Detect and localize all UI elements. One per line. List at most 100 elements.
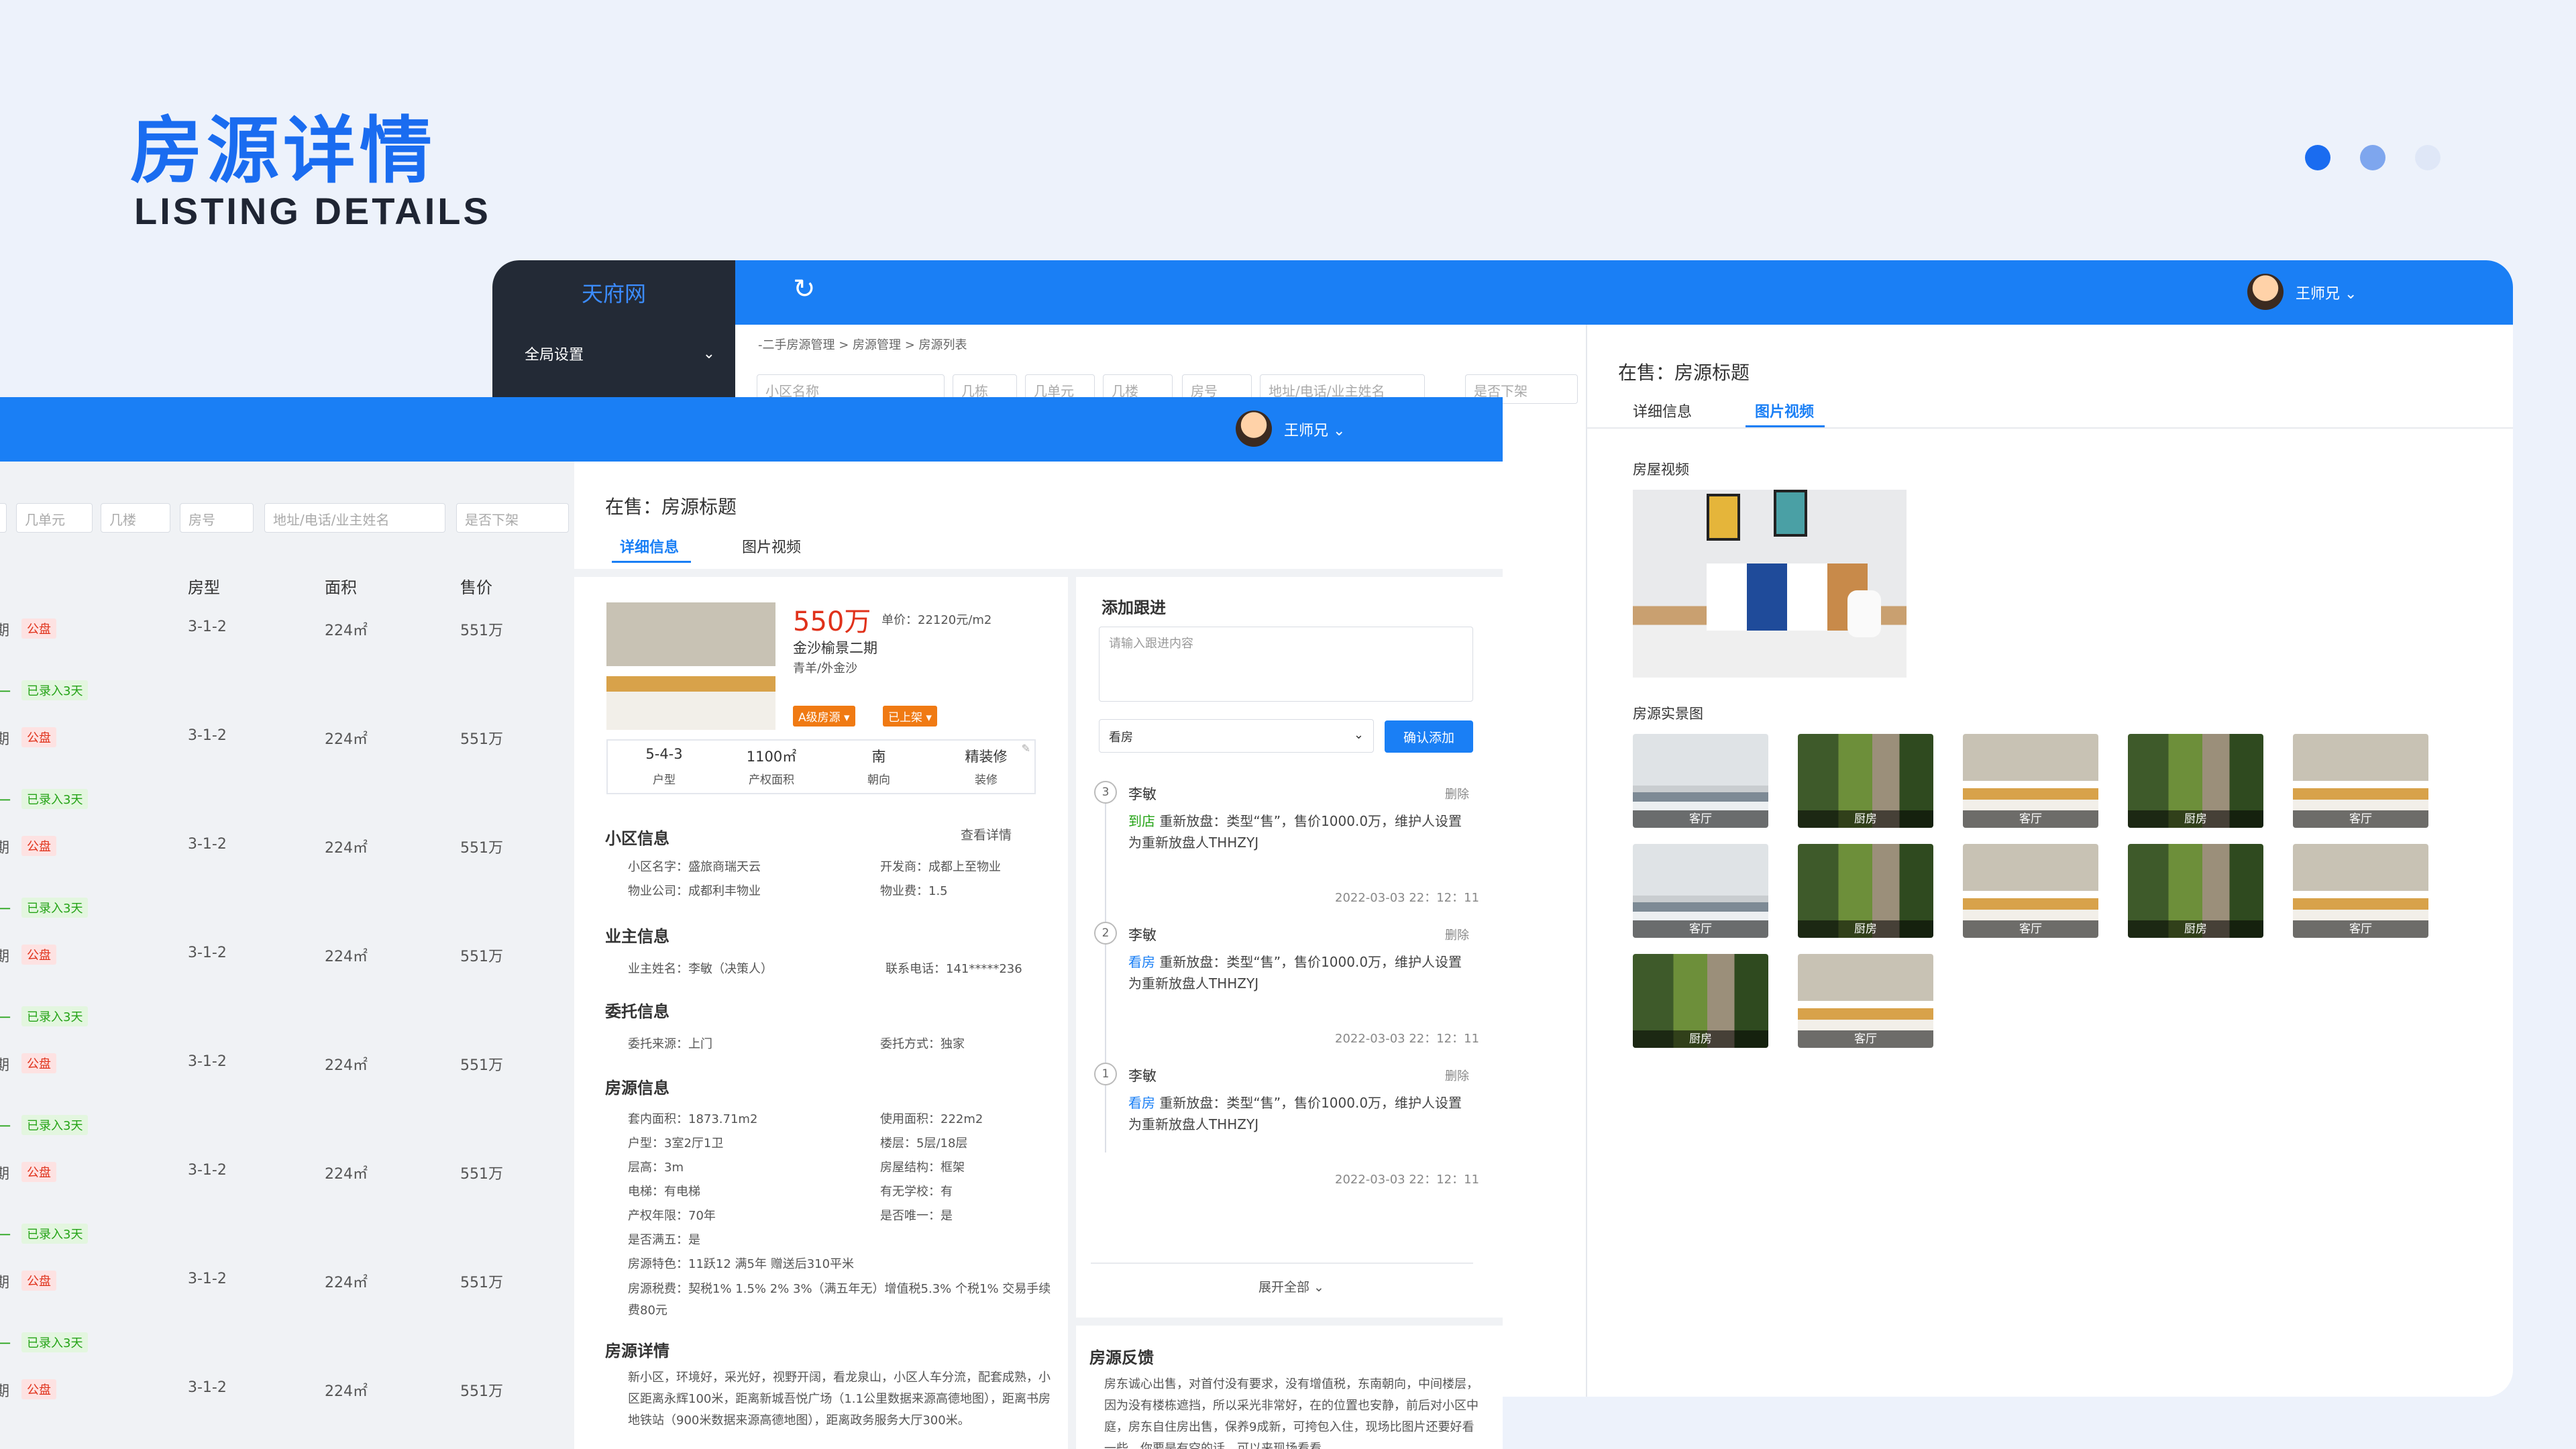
filter-floor[interactable]: 几楼 <box>101 503 170 533</box>
follow-kind: 看房 <box>1128 954 1155 970</box>
status-badge: 已录入3天 <box>21 1006 89 1026</box>
follow-text: 到店 重新放盘：类型“售”，售价1000.0万，维护人设置为重新放盘人THHZY… <box>1128 810 1473 853</box>
status-badge: 已录入3天 <box>21 898 89 918</box>
photo-thumb[interactable]: 厨房 <box>2128 844 2263 938</box>
info-field: 是否唯一：是 <box>880 1209 953 1223</box>
status-prefix: 一 <box>0 902 11 918</box>
filter-room[interactable]: 房号 <box>180 503 254 533</box>
filter-status[interactable]: 是否下架 <box>456 503 569 533</box>
avatar[interactable] <box>1236 411 1272 447</box>
status-badge: 公盘 <box>21 1053 56 1073</box>
photo-caption: 厨房 <box>2128 920 2263 938</box>
follow-content: 重新放盘：类型“售”，售价1000.0万，维护人设置为重新放盘人THHZYJ <box>1128 1095 1462 1132</box>
follow-time: 2022-03-03 22：12：11 <box>1335 891 1480 905</box>
stat-label: 装修 <box>975 773 998 787</box>
section-detail: 房源详情 <box>605 1342 669 1360</box>
refresh-icon[interactable]: ↻ <box>793 274 816 305</box>
badge-grade-label: A级房源 <box>798 711 841 724</box>
user-name[interactable]: 王师兄 ⌄ <box>2296 282 2357 303</box>
follow-input[interactable]: 请输入跟进内容 <box>1099 627 1473 702</box>
photo-thumb[interactable]: 客厅 <box>2293 844 2428 938</box>
follow-time: 2022-03-03 22：12：11 <box>1335 1173 1480 1187</box>
table-cell-area: 224㎡ <box>325 1057 368 1074</box>
pager-dot-1[interactable] <box>2305 145 2330 170</box>
table-cell-price: 551万 <box>460 1383 503 1400</box>
info-field: 房屋结构：框架 <box>880 1161 965 1175</box>
app-logo[interactable]: 天府网 <box>492 260 735 325</box>
follow-input-placeholder: 请输入跟进内容 <box>1109 637 1193 651</box>
photo-caption: 厨房 <box>1798 810 1933 828</box>
view-details-link[interactable]: 查看详情 <box>961 825 1012 843</box>
table-cell-area: 224㎡ <box>325 623 368 639</box>
follow-kind: 看房 <box>1128 1095 1155 1111</box>
tab-details[interactable]: 详细信息 <box>620 535 679 557</box>
shelf-decor <box>1707 564 1868 631</box>
photo-thumb[interactable]: 厨房 <box>1798 844 1933 938</box>
pager-dot-3[interactable] <box>2415 145 2440 170</box>
photo-thumb[interactable]: 客厅 <box>1633 734 1768 828</box>
filter-partial[interactable] <box>0 503 7 533</box>
breadcrumb: -二手房源管理 > 房源管理 > 房源列表 <box>758 338 967 352</box>
timeline-number: 2 <box>1094 922 1117 945</box>
photo-thumb[interactable]: 客厅 <box>1633 844 1768 938</box>
status-badge: 公盘 <box>21 836 56 856</box>
info-field: 电梯：有电梯 <box>628 1185 700 1199</box>
tab-media[interactable]: 图片视频 <box>742 535 801 557</box>
info-field: 小区名字：盛旅商瑞天云 <box>628 860 761 874</box>
info-feature: 房源特色：11跃12 满5年 赠送后310平米 <box>628 1257 855 1271</box>
info-field: 使用面积：222m2 <box>880 1112 983 1126</box>
table-cell-area: 224㎡ <box>325 731 368 748</box>
panel-title: 在售：房源标题 <box>605 496 737 518</box>
photo-caption: 厨房 <box>2128 810 2263 828</box>
table-cell-type: 3-1-2 <box>188 945 227 961</box>
row-prefix: 期 <box>0 840 10 857</box>
photo-caption: 客厅 <box>2293 920 2428 938</box>
listing-price: 550万 <box>793 606 871 637</box>
table-cell-price: 551万 <box>460 623 503 639</box>
photo-thumb[interactable]: 客厅 <box>1963 734 2098 828</box>
photo-thumb[interactable]: 厨房 <box>2128 734 2263 828</box>
column-header-type: 房型 <box>188 578 220 597</box>
video-thumbnail[interactable] <box>1633 490 1907 678</box>
table-cell-type: 3-1-2 <box>188 619 227 635</box>
photo-caption: 客厅 <box>1633 920 1768 938</box>
delete-link[interactable]: 删除 <box>1445 926 1469 943</box>
table-cell-price: 551万 <box>460 1275 503 1291</box>
table-cell-price: 551万 <box>460 731 503 748</box>
info-field: 物业公司：成都利丰物业 <box>628 884 761 898</box>
info-field: 楼层：5层/18层 <box>880 1136 968 1150</box>
confirm-add-button[interactable]: 确认添加 <box>1385 720 1473 753</box>
section-community: 小区信息 <box>605 829 669 848</box>
photo-thumb[interactable]: 客厅 <box>1798 954 1933 1048</box>
photo-thumb[interactable]: 客厅 <box>2293 734 2428 828</box>
tab-media[interactable]: 图片视频 <box>1755 400 1814 421</box>
photo-caption: 厨房 <box>1633 1030 1768 1048</box>
follow-type-select[interactable]: 看房 ⌄ <box>1099 719 1374 753</box>
listing-photo[interactable] <box>606 602 775 730</box>
avatar[interactable] <box>2247 274 2284 310</box>
table-cell-area: 224㎡ <box>325 1275 368 1291</box>
info-field: 有无学校：有 <box>880 1185 953 1199</box>
expand-all-link[interactable]: 展开全部 ⌄ <box>1258 1277 1324 1295</box>
status-badge: 公盘 <box>21 619 56 639</box>
photo-thumb[interactable]: 厨房 <box>1798 734 1933 828</box>
row-prefix: 期 <box>0 623 10 639</box>
stat-value: 5-4-3 <box>645 746 683 762</box>
photo-thumb[interactable]: 厨房 <box>1633 954 1768 1048</box>
photo-caption: 客厅 <box>1798 1030 1933 1048</box>
status-prefix: 一 <box>0 1119 11 1136</box>
delete-link[interactable]: 删除 <box>1445 1067 1469 1084</box>
filter-unit[interactable]: 几单元 <box>16 503 93 533</box>
user-name[interactable]: 王师兄 ⌄ <box>1284 419 1345 440</box>
pager-dot-2[interactable] <box>2360 145 2385 170</box>
follow-text: 看房 重新放盘：类型“售”，售价1000.0万，维护人设置为重新放盘人THHZY… <box>1128 1092 1473 1135</box>
row-prefix: 期 <box>0 731 10 748</box>
photo-thumb[interactable]: 客厅 <box>1963 844 2098 938</box>
image-panel: 在售：房源标题 详细信息 图片视频 房屋视频 房源实景图 客厅 厨房 客厅 厨房… <box>1586 325 2513 1397</box>
follow-text: 看房 重新放盘：类型“售”，售价1000.0万，维护人设置为重新放盘人THHZY… <box>1128 951 1473 994</box>
delete-link[interactable]: 删除 <box>1445 785 1469 802</box>
tab-details[interactable]: 详细信息 <box>1633 400 1692 421</box>
filter-address[interactable]: 地址/电话/业主姓名 <box>264 503 445 533</box>
chevron-down-icon: ⌄ <box>1353 728 1364 742</box>
sidebar-item-global-settings[interactable]: 全局设置 ⌄ <box>492 325 735 382</box>
